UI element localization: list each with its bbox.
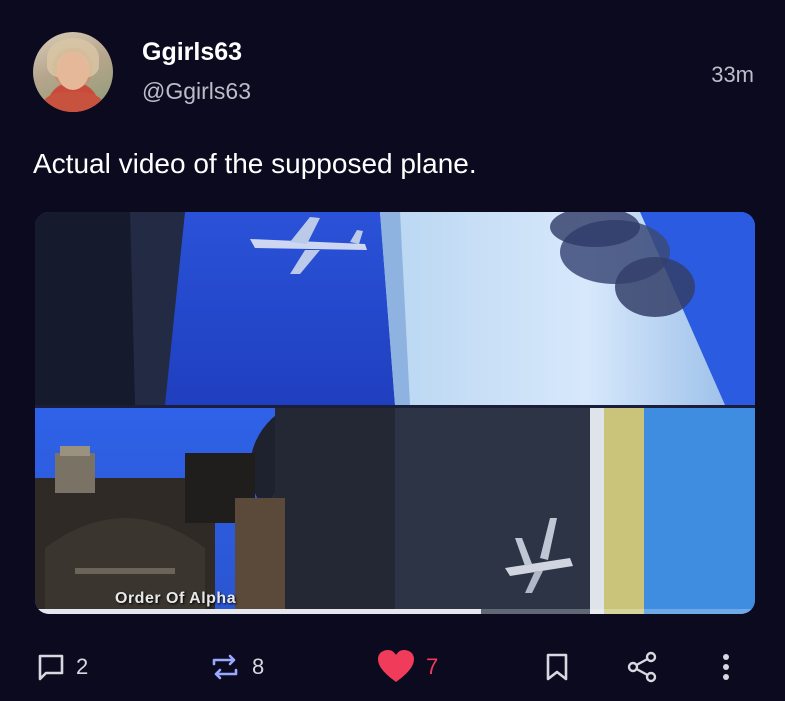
video-progress-fill: [35, 609, 482, 614]
timestamp: 33m: [711, 62, 754, 87]
heart-icon: [378, 650, 414, 682]
more-icon: [723, 654, 729, 680]
share-button[interactable]: [626, 642, 658, 692]
avatar[interactable]: [33, 32, 113, 112]
reply-count: 2: [76, 654, 89, 679]
repost-count: 8: [252, 654, 265, 679]
reply-icon: [38, 654, 64, 681]
repost-button[interactable]: 8: [208, 642, 264, 692]
post-text: Actual video of the supposed plane.: [33, 148, 477, 179]
bookmark-icon: [546, 653, 568, 681]
like-button[interactable]: 7: [376, 642, 438, 692]
reply-button[interactable]: 2: [36, 642, 88, 692]
more-options-button[interactable]: [716, 642, 736, 692]
video-watermark: Order Of Alpha: [115, 590, 237, 607]
user-handle[interactable]: @Ggirls63: [142, 78, 251, 105]
action-bar: 2 8 7: [0, 642, 785, 692]
video-progress-track[interactable]: [35, 609, 755, 614]
share-icon: [627, 651, 657, 683]
video-frame-top: [35, 212, 755, 405]
bookmark-button[interactable]: [544, 642, 570, 692]
like-count: 7: [426, 654, 439, 679]
video-player[interactable]: Order Of Alpha: [35, 212, 755, 614]
post-card: Ggirls63 @Ggirls63 33m Actual video of t…: [0, 0, 785, 701]
repost-icon: [212, 654, 238, 680]
video-frame-bottom: [35, 408, 755, 614]
display-name[interactable]: Ggirls63: [142, 38, 242, 67]
